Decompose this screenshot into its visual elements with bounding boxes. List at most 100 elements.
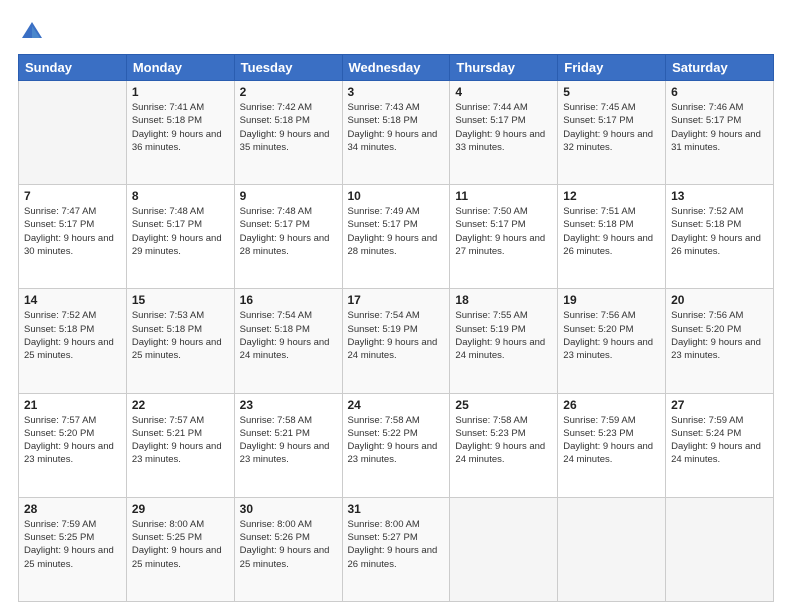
calendar-cell: 30 Sunrise: 8:00 AMSunset: 5:26 PMDayligh… — [234, 497, 342, 601]
calendar-cell: 26 Sunrise: 7:59 AMSunset: 5:23 PMDayligh… — [558, 393, 666, 497]
day-info: Sunrise: 7:57 AMSunset: 5:20 PMDaylight:… — [24, 414, 121, 467]
day-number: 9 — [240, 189, 337, 203]
day-number: 11 — [455, 189, 552, 203]
weekday-header-thursday: Thursday — [450, 55, 558, 81]
calendar-cell: 28Sunrise: 7:59 AMSunset: 5:25 PMDayligh… — [19, 497, 127, 601]
day-info: Sunrise: 7:55 AMSunset: 5:19 PMDaylight:… — [455, 309, 552, 362]
weekday-header-sunday: Sunday — [19, 55, 127, 81]
day-number: 13 — [671, 189, 768, 203]
day-number: 7 — [24, 189, 121, 203]
weekday-header-saturday: Saturday — [666, 55, 774, 81]
logo-icon — [18, 18, 46, 46]
day-number: 1 — [132, 85, 229, 99]
day-number: 30 — [240, 502, 337, 516]
day-info: Sunrise: 7:54 AMSunset: 5:18 PMDaylight:… — [240, 309, 337, 362]
calendar-cell — [558, 497, 666, 601]
day-info: Sunrise: 7:43 AMSunset: 5:18 PMDaylight:… — [348, 101, 445, 154]
calendar-cell: 1 Sunrise: 7:41 AMSunset: 5:18 PMDaylight… — [126, 81, 234, 185]
day-info: Sunrise: 7:59 AMSunset: 5:25 PMDaylight:… — [24, 518, 121, 571]
day-number: 8 — [132, 189, 229, 203]
weekday-header-monday: Monday — [126, 55, 234, 81]
day-info: Sunrise: 7:42 AMSunset: 5:18 PMDaylight:… — [240, 101, 337, 154]
day-info: Sunrise: 8:00 AMSunset: 5:27 PMDaylight:… — [348, 518, 445, 571]
day-number: 25 — [455, 398, 552, 412]
day-number: 2 — [240, 85, 337, 99]
day-info: Sunrise: 7:46 AMSunset: 5:17 PMDaylight:… — [671, 101, 768, 154]
day-number: 26 — [563, 398, 660, 412]
calendar-cell: 29 Sunrise: 8:00 AMSunset: 5:25 PMDayligh… — [126, 497, 234, 601]
weekday-header-tuesday: Tuesday — [234, 55, 342, 81]
calendar-cell: 14 Sunrise: 7:52 AMSunset: 5:18 PMDayligh… — [19, 289, 127, 393]
calendar-cell: 3 Sunrise: 7:43 AMSunset: 5:18 PMDaylight… — [342, 81, 450, 185]
day-info: Sunrise: 7:48 AMSunset: 5:17 PMDaylight:… — [240, 205, 337, 258]
calendar-cell: 15 Sunrise: 7:53 AMSunset: 5:18 PMDayligh… — [126, 289, 234, 393]
calendar-cell: 18Sunrise: 7:55 AMSunset: 5:19 PMDayligh… — [450, 289, 558, 393]
calendar-week-5: 28Sunrise: 7:59 AMSunset: 5:25 PMDayligh… — [19, 497, 774, 601]
logo — [18, 18, 50, 46]
weekday-header-friday: Friday — [558, 55, 666, 81]
day-number: 3 — [348, 85, 445, 99]
day-number: 21 — [24, 398, 121, 412]
day-info: Sunrise: 7:51 AMSunset: 5:18 PMDaylight:… — [563, 205, 660, 258]
calendar-cell: 8Sunrise: 7:48 AMSunset: 5:17 PMDaylight… — [126, 185, 234, 289]
calendar-week-4: 21 Sunrise: 7:57 AMSunset: 5:20 PMDayligh… — [19, 393, 774, 497]
day-number: 5 — [563, 85, 660, 99]
calendar-cell: 6 Sunrise: 7:46 AMSunset: 5:17 PMDaylight… — [666, 81, 774, 185]
calendar-cell: 20Sunrise: 7:56 AMSunset: 5:20 PMDayligh… — [666, 289, 774, 393]
calendar-cell: 19 Sunrise: 7:56 AMSunset: 5:20 PMDayligh… — [558, 289, 666, 393]
calendar-cell: 24Sunrise: 7:58 AMSunset: 5:22 PMDayligh… — [342, 393, 450, 497]
day-info: Sunrise: 8:00 AMSunset: 5:26 PMDaylight:… — [240, 518, 337, 571]
calendar-cell: 22 Sunrise: 7:57 AMSunset: 5:21 PMDayligh… — [126, 393, 234, 497]
day-info: Sunrise: 7:45 AMSunset: 5:17 PMDaylight:… — [563, 101, 660, 154]
day-number: 17 — [348, 293, 445, 307]
day-number: 19 — [563, 293, 660, 307]
calendar-cell: 10 Sunrise: 7:49 AMSunset: 5:17 PMDayligh… — [342, 185, 450, 289]
day-number: 15 — [132, 293, 229, 307]
day-number: 29 — [132, 502, 229, 516]
day-info: Sunrise: 8:00 AMSunset: 5:25 PMDaylight:… — [132, 518, 229, 571]
day-number: 12 — [563, 189, 660, 203]
day-number: 23 — [240, 398, 337, 412]
day-number: 20 — [671, 293, 768, 307]
day-number: 14 — [24, 293, 121, 307]
day-number: 4 — [455, 85, 552, 99]
calendar-cell: 25 Sunrise: 7:58 AMSunset: 5:23 PMDayligh… — [450, 393, 558, 497]
day-info: Sunrise: 7:50 AMSunset: 5:17 PMDaylight:… — [455, 205, 552, 258]
weekday-header-row: SundayMondayTuesdayWednesdayThursdayFrid… — [19, 55, 774, 81]
calendar-cell: 23Sunrise: 7:58 AMSunset: 5:21 PMDayligh… — [234, 393, 342, 497]
calendar-page: SundayMondayTuesdayWednesdayThursdayFrid… — [0, 0, 792, 612]
calendar-cell — [450, 497, 558, 601]
calendar-cell: 5 Sunrise: 7:45 AMSunset: 5:17 PMDaylight… — [558, 81, 666, 185]
calendar-cell: 12 Sunrise: 7:51 AMSunset: 5:18 PMDayligh… — [558, 185, 666, 289]
day-info: Sunrise: 7:52 AMSunset: 5:18 PMDaylight:… — [24, 309, 121, 362]
calendar-cell: 16 Sunrise: 7:54 AMSunset: 5:18 PMDayligh… — [234, 289, 342, 393]
day-info: Sunrise: 7:49 AMSunset: 5:17 PMDaylight:… — [348, 205, 445, 258]
day-info: Sunrise: 7:41 AMSunset: 5:18 PMDaylight:… — [132, 101, 229, 154]
calendar-cell: 31 Sunrise: 8:00 AMSunset: 5:27 PMDayligh… — [342, 497, 450, 601]
calendar-cell: 21 Sunrise: 7:57 AMSunset: 5:20 PMDayligh… — [19, 393, 127, 497]
calendar-cell: 13Sunrise: 7:52 AMSunset: 5:18 PMDayligh… — [666, 185, 774, 289]
day-number: 6 — [671, 85, 768, 99]
day-number: 27 — [671, 398, 768, 412]
day-info: Sunrise: 7:44 AMSunset: 5:17 PMDaylight:… — [455, 101, 552, 154]
day-info: Sunrise: 7:56 AMSunset: 5:20 PMDaylight:… — [563, 309, 660, 362]
day-number: 22 — [132, 398, 229, 412]
calendar-cell: 9 Sunrise: 7:48 AMSunset: 5:17 PMDaylight… — [234, 185, 342, 289]
weekday-header-wednesday: Wednesday — [342, 55, 450, 81]
calendar-cell: 27 Sunrise: 7:59 AMSunset: 5:24 PMDayligh… — [666, 393, 774, 497]
calendar-week-2: 7Sunrise: 7:47 AMSunset: 5:17 PMDaylight… — [19, 185, 774, 289]
day-info: Sunrise: 7:58 AMSunset: 5:23 PMDaylight:… — [455, 414, 552, 467]
calendar-table: SundayMondayTuesdayWednesdayThursdayFrid… — [18, 54, 774, 602]
day-info: Sunrise: 7:54 AMSunset: 5:19 PMDaylight:… — [348, 309, 445, 362]
day-info: Sunrise: 7:57 AMSunset: 5:21 PMDaylight:… — [132, 414, 229, 467]
calendar-cell: 4 Sunrise: 7:44 AMSunset: 5:17 PMDaylight… — [450, 81, 558, 185]
day-info: Sunrise: 7:59 AMSunset: 5:23 PMDaylight:… — [563, 414, 660, 467]
calendar-cell: 2 Sunrise: 7:42 AMSunset: 5:18 PMDaylight… — [234, 81, 342, 185]
calendar-cell — [666, 497, 774, 601]
day-number: 31 — [348, 502, 445, 516]
day-number: 10 — [348, 189, 445, 203]
day-info: Sunrise: 7:59 AMSunset: 5:24 PMDaylight:… — [671, 414, 768, 467]
day-info: Sunrise: 7:53 AMSunset: 5:18 PMDaylight:… — [132, 309, 229, 362]
day-number: 24 — [348, 398, 445, 412]
day-number: 16 — [240, 293, 337, 307]
